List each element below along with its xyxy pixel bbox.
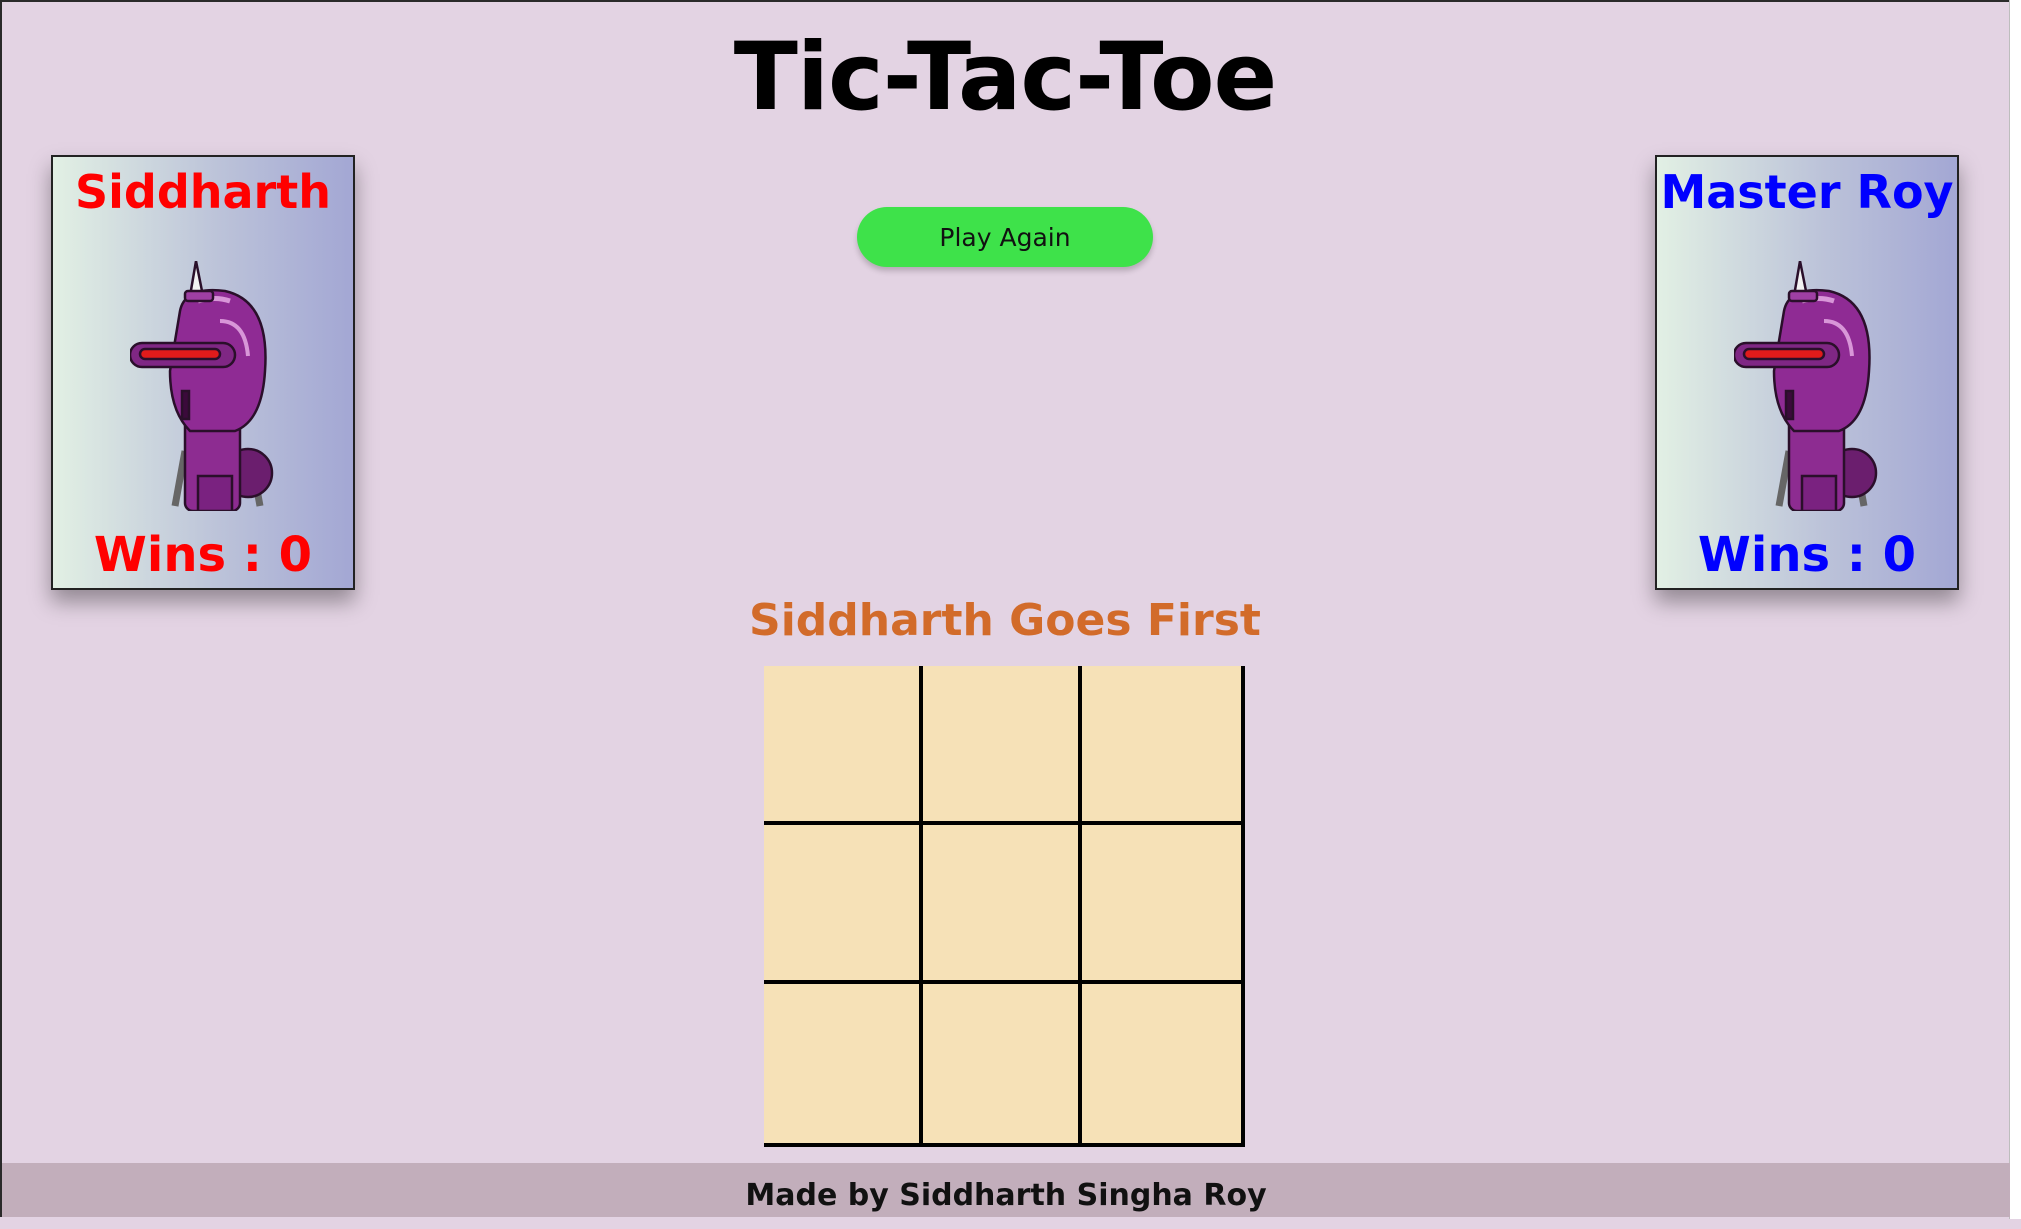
purple-robot-avatar-icon — [1734, 261, 1878, 511]
board-cell-5[interactable] — [923, 825, 1082, 984]
board-cell-7[interactable] — [764, 984, 923, 1143]
player-2-name: Master Roy — [1660, 165, 1954, 219]
play-again-button[interactable]: Play Again — [857, 207, 1153, 267]
turn-status-message: Siddharth Goes First — [749, 595, 1261, 646]
player-2-wins: Wins : 0 — [1697, 527, 1917, 583]
player-1-wins: Wins : 0 — [93, 527, 313, 583]
board-cell-8[interactable] — [923, 984, 1082, 1143]
board-cell-4[interactable] — [764, 825, 923, 984]
board-cell-2[interactable] — [923, 666, 1082, 825]
player-1-name: Siddharth — [75, 165, 331, 219]
board-cell-6[interactable] — [1082, 825, 1241, 984]
page-title: Tic-Tac-Toe — [733, 23, 1278, 132]
board-cell-9[interactable] — [1082, 984, 1241, 1143]
player-card-1: Siddharth Wins : 0 — [51, 155, 355, 590]
player-card-2: Master Roy Wins : 0 — [1655, 155, 1959, 590]
game-board — [764, 666, 1245, 1147]
page-scrollbar[interactable] — [2009, 0, 2021, 1219]
footer-credit: Made by Siddharth Singha Roy — [2, 1163, 2010, 1217]
board-cell-1[interactable] — [764, 666, 923, 825]
board-cell-3[interactable] — [1082, 666, 1241, 825]
purple-robot-avatar-icon — [130, 261, 274, 511]
